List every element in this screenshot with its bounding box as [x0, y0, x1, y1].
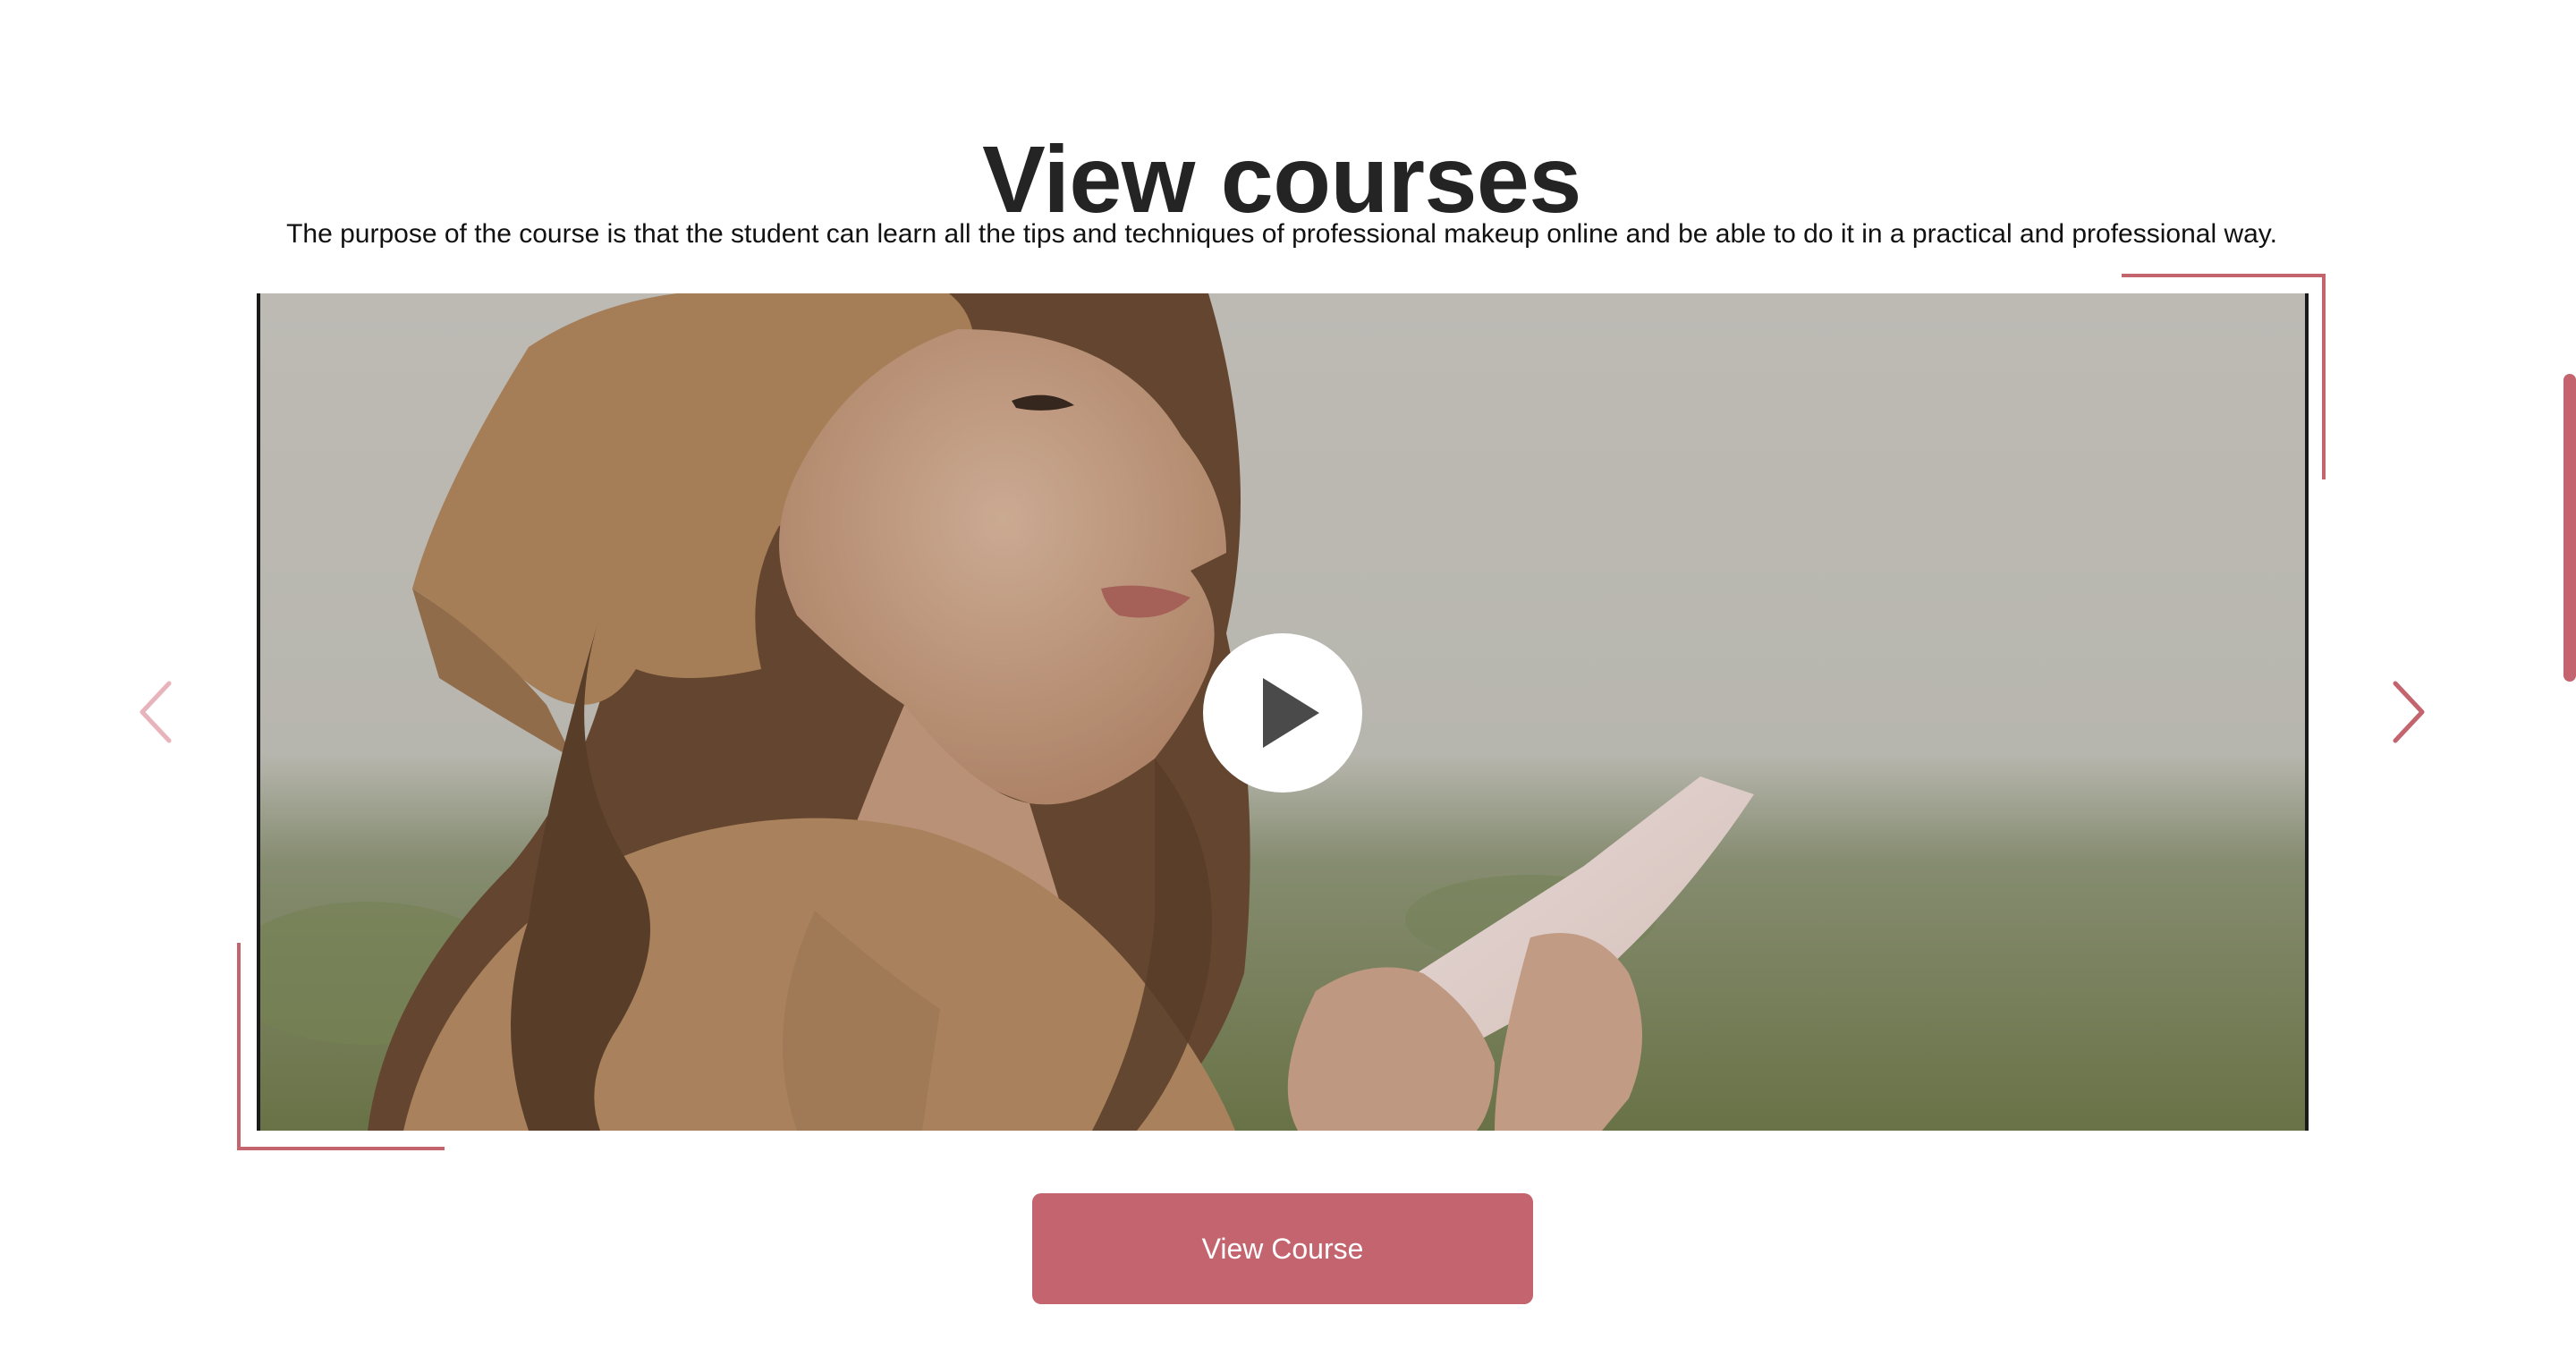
play-button[interactable]	[1203, 633, 1362, 793]
chevron-left-icon	[140, 681, 172, 743]
course-description: The purpose of the course is that the st…	[286, 219, 2277, 249]
play-icon	[1263, 678, 1319, 748]
chevron-right-icon	[2393, 681, 2425, 743]
courses-page: View courses The purpose of the course i…	[0, 0, 2576, 1365]
carousel-prev-button[interactable]	[130, 676, 183, 748]
view-course-button[interactable]: View Course	[1032, 1193, 1533, 1304]
carousel-next-button[interactable]	[2381, 676, 2435, 748]
scrollbar-thumb[interactable]	[2563, 374, 2576, 682]
